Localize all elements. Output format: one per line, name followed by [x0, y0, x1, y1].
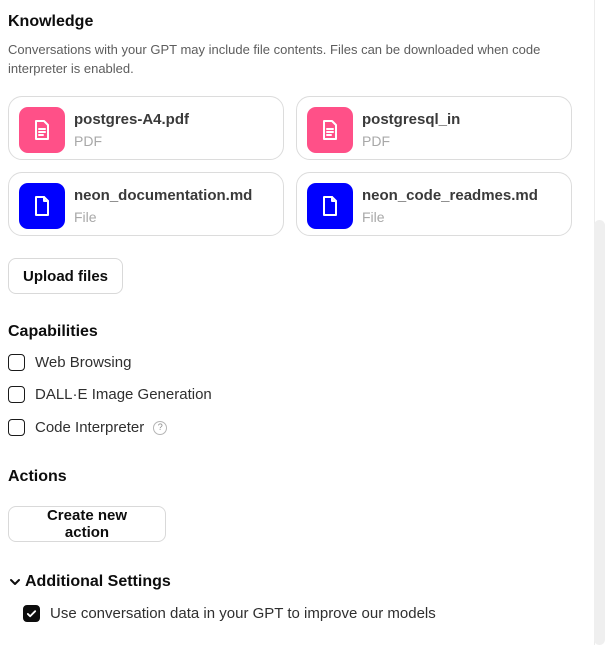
scrollbar-thumb[interactable] — [594, 220, 605, 645]
conversation-data-checkbox[interactable] — [23, 605, 40, 622]
capability-web-browsing[interactable]: Web Browsing — [8, 354, 131, 371]
gpt-configure-panel: Knowledge Conversations with your GPT ma… — [0, 0, 594, 645]
additional-settings-title: Additional Settings — [25, 573, 171, 590]
file-type: PDF — [362, 133, 390, 149]
help-icon[interactable]: ? — [153, 420, 168, 435]
capability-dalle[interactable]: DALL·E Image Generation — [8, 386, 212, 403]
create-new-action-button[interactable]: Create new action — [8, 506, 166, 542]
additional-settings-toggle[interactable]: Additional Settings — [9, 573, 171, 591]
chevron-down-icon — [10, 579, 20, 585]
file-type: File — [362, 209, 385, 225]
conversation-data-option[interactable]: Use conversation data in your GPT to imp… — [23, 605, 436, 622]
actions-title: Actions — [8, 468, 67, 485]
web-browsing-checkbox[interactable] — [8, 354, 25, 371]
file-name: neon_documentation.md — [74, 187, 253, 204]
file-name: neon_code_readmes.md — [362, 187, 538, 204]
file-card[interactable]: postgres-A4.pdf PDF — [8, 96, 284, 160]
code-interpreter-checkbox[interactable] — [8, 419, 25, 436]
document-icon — [307, 183, 353, 229]
document-icon — [19, 183, 65, 229]
file-name: postgresql_in — [362, 111, 461, 128]
pdf-file-icon — [307, 107, 353, 153]
dalle-checkbox[interactable] — [8, 386, 25, 403]
knowledge-title: Knowledge — [8, 13, 94, 30]
file-type: PDF — [74, 133, 102, 149]
upload-files-button[interactable]: Upload files — [8, 258, 123, 294]
capability-label: Code Interpreter — [35, 419, 145, 436]
pdf-file-icon — [19, 107, 65, 153]
knowledge-description: Conversations with your GPT may include … — [8, 42, 541, 76]
file-name: postgres-A4.pdf — [74, 111, 190, 128]
capability-code-interpreter[interactable]: Code Interpreter ? — [8, 419, 168, 436]
file-card[interactable]: postgresql_in PDF — [296, 96, 572, 160]
capabilities-title: Capabilities — [8, 323, 98, 340]
capability-label: Web Browsing — [35, 354, 132, 371]
file-type: File — [74, 209, 97, 225]
capability-label: DALL·E Image Generation — [35, 386, 212, 403]
check-icon — [26, 610, 37, 618]
file-card[interactable]: neon_documentation.md File — [8, 172, 284, 236]
file-card[interactable]: neon_code_readmes.md File — [296, 172, 572, 236]
conversation-data-label: Use conversation data in your GPT to imp… — [50, 605, 436, 622]
